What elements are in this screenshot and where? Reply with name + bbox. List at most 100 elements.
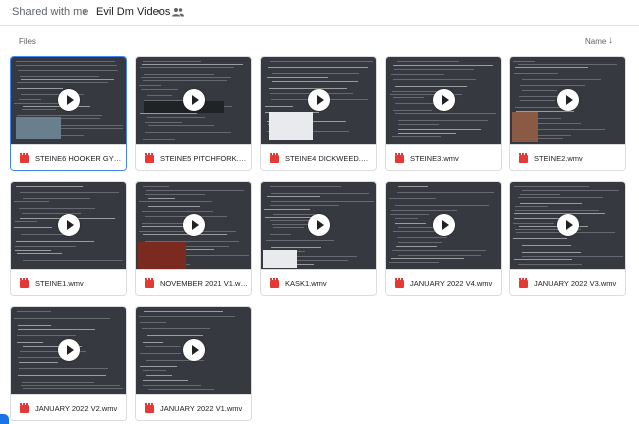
thumbnail-text-line — [520, 194, 560, 195]
video-thumbnail[interactable] — [136, 182, 251, 269]
play-icon[interactable] — [58, 214, 80, 236]
thumbnail-text-line — [16, 65, 117, 66]
play-icon[interactable] — [557, 214, 579, 236]
thumbnail-text-line — [398, 124, 439, 125]
caret-down-icon[interactable]: ▾ — [157, 7, 161, 16]
video-thumbnail[interactable] — [11, 57, 126, 144]
file-name: JANUARY 2022 V4.wmv — [410, 279, 493, 288]
thumbnail-text-line — [390, 214, 429, 215]
video-thumbnail[interactable] — [386, 57, 501, 144]
video-thumbnail[interactable] — [510, 57, 625, 144]
thumbnail-text-line — [396, 246, 437, 247]
thumbnail-text-line — [146, 375, 172, 376]
video-thumbnail[interactable] — [136, 307, 251, 394]
file-card-footer: STEINE3.wmv — [386, 144, 501, 170]
thumbnail-text-line — [23, 198, 90, 199]
play-icon[interactable] — [58, 89, 80, 111]
thumbnail-text-line — [393, 231, 436, 232]
video-thumbnail[interactable] — [386, 182, 501, 269]
thumbnail-text-line — [17, 311, 51, 312]
play-icon[interactable] — [308, 89, 330, 111]
thumbnail-text-line — [389, 198, 436, 199]
thumbnail-text-line — [15, 246, 76, 247]
file-card[interactable]: STEINE5 PITCHFORK.wmv — [135, 56, 252, 171]
thumbnail-text-line — [271, 193, 369, 194]
thumbnail-text-line — [139, 316, 235, 317]
thumbnail-text-line — [145, 132, 231, 133]
thumbnail-text-line — [522, 90, 557, 91]
video-file-icon — [519, 153, 528, 163]
sort-by-name-button[interactable]: Name — [585, 37, 606, 46]
play-icon[interactable] — [183, 89, 205, 111]
file-card[interactable]: STEINE6 HOOKER GYGAX... — [10, 56, 127, 171]
file-name: JANUARY 2022 V2.wmv — [35, 404, 118, 413]
thumbnail-text-line — [144, 74, 214, 75]
file-card-footer: KASK1.wmv — [261, 269, 376, 295]
file-name: STEINE1.wmv — [35, 279, 84, 288]
file-card[interactable]: STEINE4 DICKWEED.wmv — [260, 56, 377, 171]
video-thumbnail[interactable] — [11, 307, 126, 394]
thumbnail-text-line — [272, 81, 358, 82]
thumbnail-text-line — [143, 234, 227, 235]
file-card-footer: JANUARY 2022 V2.wmv — [11, 394, 126, 420]
thumbnail-text-line — [394, 69, 474, 70]
file-card-footer: STEINE1.wmv — [11, 269, 126, 295]
file-name: STEINE3.wmv — [410, 154, 459, 163]
file-card-footer: STEINE6 HOOKER GYGAX... — [11, 144, 126, 170]
thumbnail-text-line — [140, 67, 234, 68]
thumbnail-text-line — [267, 77, 328, 78]
thumbnail-text-line — [139, 85, 161, 86]
file-card[interactable]: JANUARY 2022 V1.wmv — [135, 306, 252, 421]
file-card[interactable]: JANUARY 2022 V2.wmv — [10, 306, 127, 421]
breadcrumb-shared-with-me[interactable]: Shared with me — [12, 6, 88, 18]
play-icon[interactable] — [433, 214, 455, 236]
thumbnail-text-line — [19, 208, 95, 209]
thumbnail-text-line — [17, 342, 43, 343]
play-icon[interactable] — [183, 339, 205, 361]
file-card[interactable]: STEINE1.wmv — [10, 181, 127, 296]
file-card[interactable]: JANUARY 2022 V3.wmv — [509, 181, 626, 296]
file-card[interactable]: JANUARY 2022 V4.wmv — [385, 181, 502, 296]
thumbnail-text-line — [520, 203, 582, 204]
file-card[interactable]: STEINE2.wmv — [509, 56, 626, 171]
thumbnail-text-line — [15, 250, 51, 251]
thumbnail-text-line — [16, 186, 83, 187]
thumbnail-text-line — [147, 335, 203, 336]
video-thumbnail[interactable] — [261, 57, 376, 144]
video-thumbnail[interactable] — [136, 57, 251, 144]
thumbnail-text-line — [148, 198, 175, 199]
thumbnail-text-line — [271, 247, 321, 248]
thumbnail-text-line — [139, 201, 212, 202]
play-icon[interactable] — [308, 214, 330, 236]
thumbnail-text-line — [21, 385, 120, 386]
video-thumbnail[interactable] — [510, 182, 625, 269]
thumbnail-text-line — [18, 70, 118, 71]
thumbnail-text-line — [393, 97, 424, 98]
thumbnail-text-line — [522, 79, 601, 80]
thumbnail-text-line — [520, 85, 585, 86]
thumbnail-text-line — [522, 190, 619, 191]
file-card[interactable]: KASK1.wmv — [260, 181, 377, 296]
thumbnail-text-line — [518, 64, 617, 65]
file-card[interactable]: STEINE3.wmv — [385, 56, 502, 171]
thumbnail-text-line — [267, 196, 320, 197]
thumbnail-text-line — [17, 88, 63, 89]
new-button-edge[interactable] — [0, 414, 9, 424]
thumbnail-text-line — [142, 328, 210, 329]
thumbnail-text-line — [397, 237, 447, 238]
play-icon[interactable] — [557, 89, 579, 111]
video-file-icon — [20, 153, 29, 163]
play-icon[interactable] — [433, 89, 455, 111]
video-thumbnail[interactable] — [261, 182, 376, 269]
play-icon[interactable] — [58, 339, 80, 361]
video-file-icon — [20, 278, 29, 288]
video-thumbnail[interactable] — [11, 182, 126, 269]
thumbnail-text-line — [395, 113, 496, 114]
play-icon[interactable] — [183, 214, 205, 236]
thumbnail-image — [16, 117, 61, 139]
thumbnail-text-line — [142, 211, 213, 212]
thumbnail-text-line — [271, 201, 374, 202]
thumbnail-text-line — [270, 61, 373, 62]
file-card[interactable]: NOVEMBER 2021 V1.wmv — [135, 181, 252, 296]
sort-direction-arrow-icon[interactable]: ↓ — [608, 35, 613, 46]
